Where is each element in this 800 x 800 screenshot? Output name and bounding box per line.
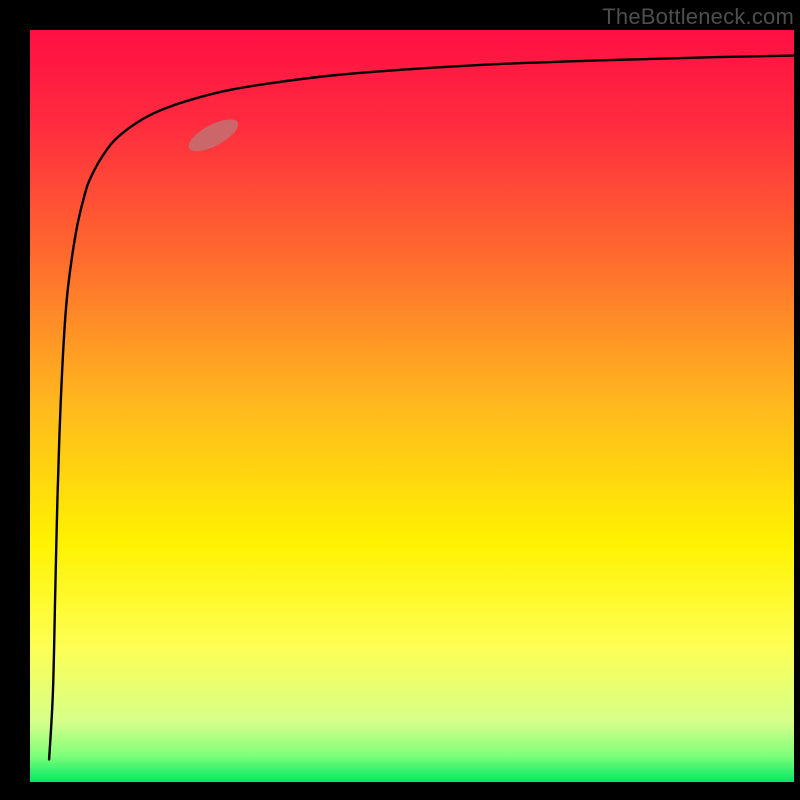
- watermark-text: TheBottleneck.com: [602, 4, 794, 30]
- bottleneck-curve: [49, 56, 794, 760]
- chart-frame: TheBottleneck.com: [0, 0, 800, 800]
- highlight-marker: [184, 113, 242, 157]
- plot-area: [30, 30, 794, 782]
- curve-layer: [30, 30, 794, 782]
